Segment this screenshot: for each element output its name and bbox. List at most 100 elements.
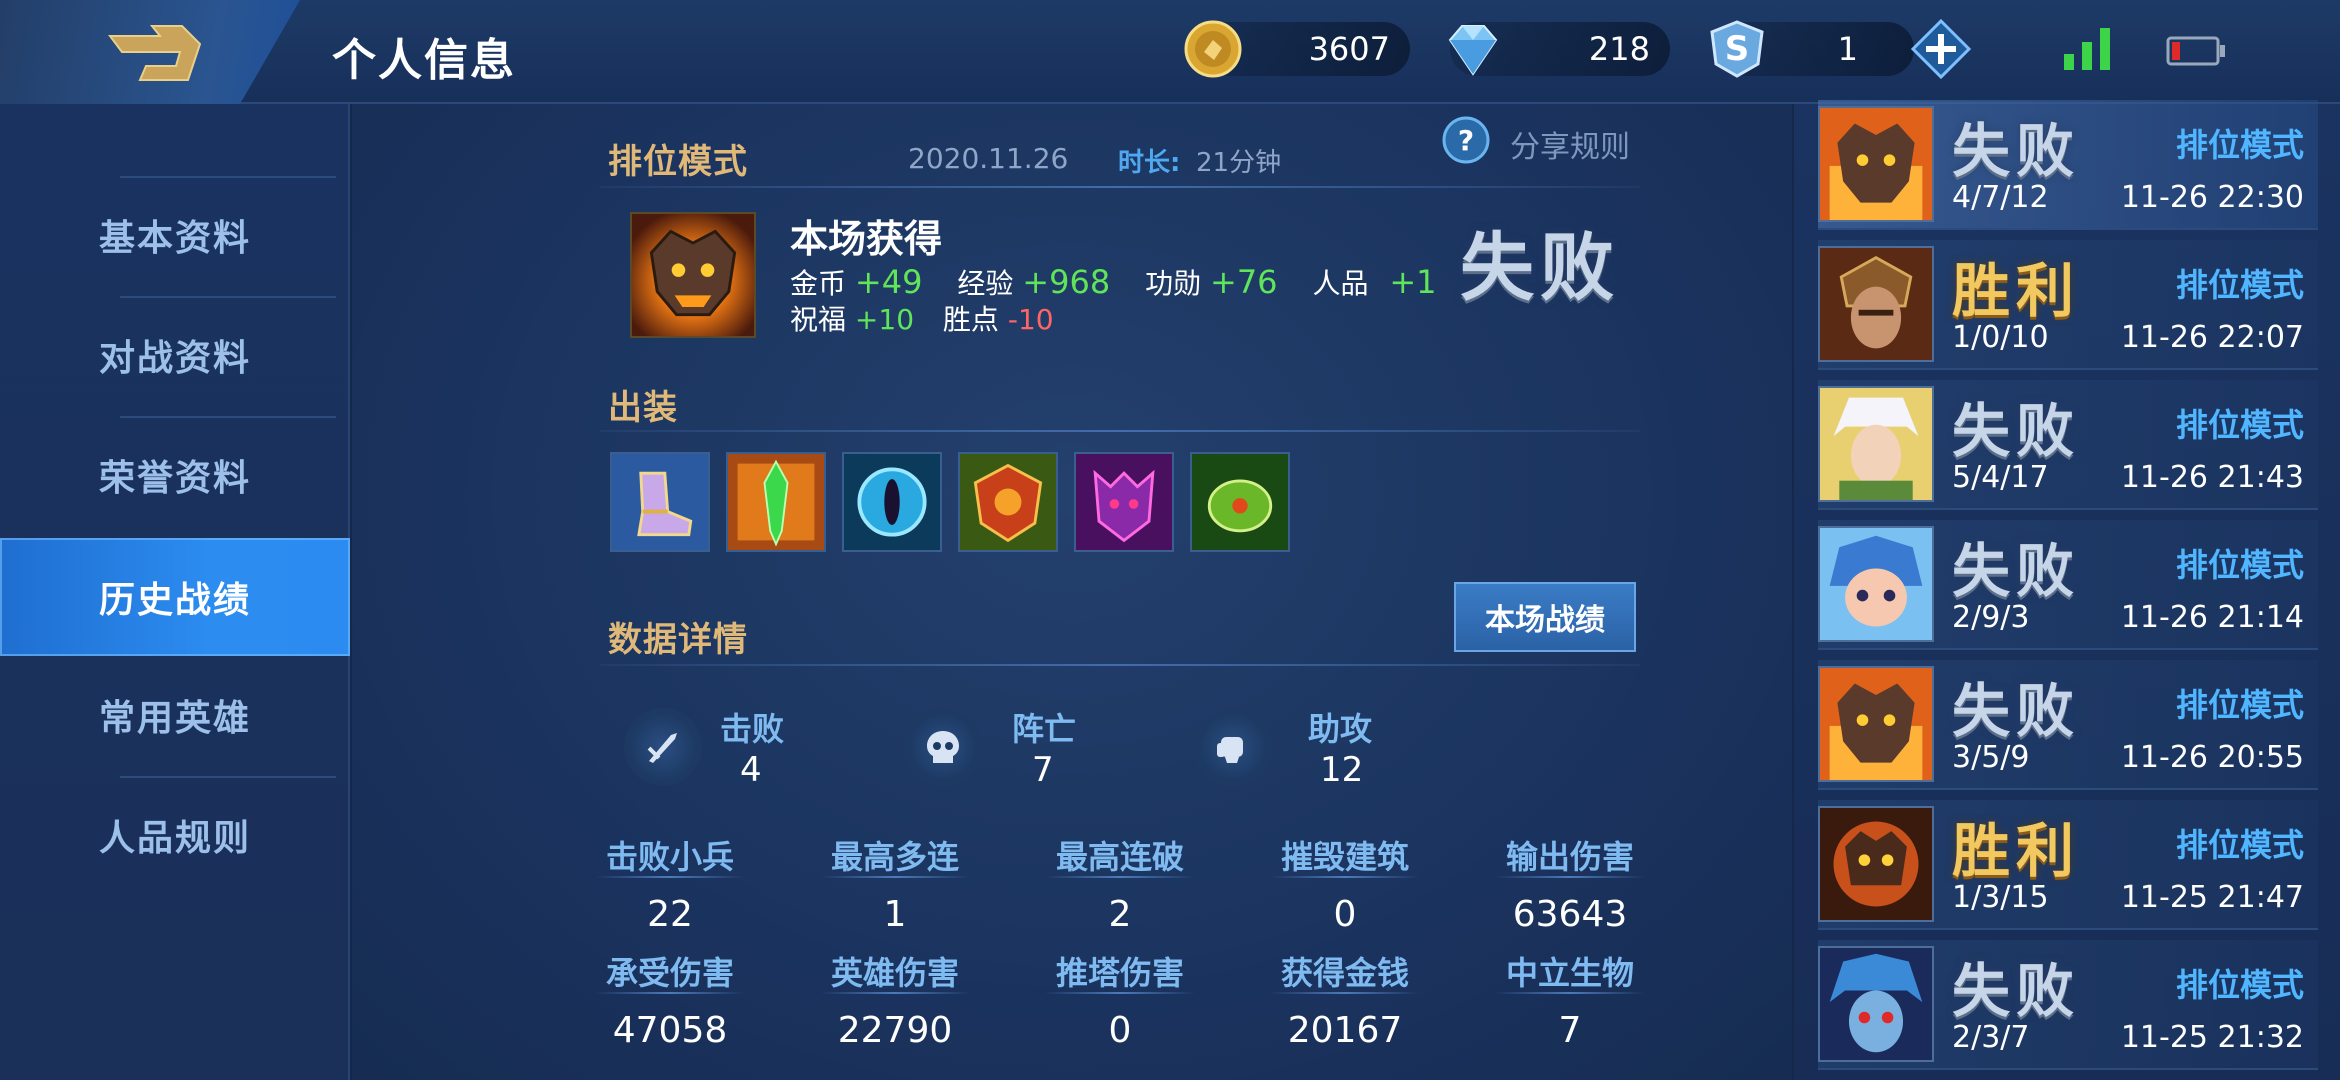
match-result: 失败: [1460, 225, 1620, 311]
history-row[interactable]: 胜利 排位模式 1/3/15 11-25 21:47: [1818, 800, 2318, 930]
sidebar-item-match-history[interactable]: 历史战绩: [0, 538, 350, 656]
history-kda: 2/9/3: [1952, 600, 2030, 635]
history-kda: 4/7/12: [1952, 180, 2049, 215]
winpoint-reward-label: 胜点: [942, 303, 999, 336]
history-kda: 2/3/7: [1952, 1020, 2030, 1055]
sidebar-item-battle-info[interactable]: 对战资料: [0, 296, 350, 414]
history-time: 11-26 21:43: [2120, 460, 2304, 495]
history-row[interactable]: 失败 排位模式 5/4/17 11-26 21:43: [1818, 380, 2318, 510]
history-kda: 1/0/10: [1952, 320, 2049, 355]
kills-badge: [624, 708, 702, 786]
history-result: 失败: [1952, 677, 2081, 745]
assists-value: 12: [1320, 750, 1364, 790]
divider: [1270, 992, 1420, 994]
question-icon[interactable]: ?: [1442, 116, 1490, 164]
character-reward-value: +1: [1389, 263, 1437, 301]
history-result: 胜利: [1952, 257, 2081, 325]
item-fire-shield[interactable]: [958, 452, 1058, 552]
sidebar-item-character-rules[interactable]: 人品规则: [0, 776, 350, 894]
item-boots[interactable]: [610, 452, 710, 552]
hero-thumbnail: [1818, 946, 1934, 1062]
history-time: 11-26 22:30: [2120, 180, 2304, 215]
item-eye-orb[interactable]: [842, 452, 942, 552]
gold-coin-icon: [1184, 20, 1242, 78]
stat-label: 最高连破: [1055, 838, 1184, 876]
history-row[interactable]: 失败 排位模式 2/9/3 11-26 21:14: [1818, 520, 2318, 650]
divider: [595, 876, 745, 878]
history-time: 11-26 22:07: [2120, 320, 2304, 355]
blessing-reward-label: 祝福: [790, 303, 847, 336]
hero-thumbnail: [1818, 666, 1934, 782]
history-kda: 1/3/15: [1952, 880, 2049, 915]
kills-label: 击败: [720, 710, 785, 748]
match-date: 2020.11.26: [908, 142, 1069, 175]
page-title: 个人信息: [332, 35, 516, 86]
divider: [600, 430, 1640, 432]
svg-text:?: ?: [1458, 124, 1474, 157]
details-title: 数据详情: [608, 620, 748, 660]
stat-value: 47058: [612, 1010, 728, 1051]
deaths-label: 阵亡: [1012, 710, 1077, 748]
history-row[interactable]: 胜利 排位模式 1/0/10 11-26 22:07: [1818, 240, 2318, 370]
rewards-line-2: 祝福 +10 胜点 -10: [790, 298, 1054, 338]
signal-icon: [2064, 28, 2110, 70]
hero-thumbnail: [1818, 526, 1934, 642]
blessing-reward-value: +10: [854, 303, 915, 336]
divider: [595, 992, 745, 994]
sidebar-item-honor-info[interactable]: 荣誉资料: [0, 416, 350, 534]
gold-reward-value: +49: [854, 263, 923, 301]
divider: [1045, 992, 1195, 994]
history-row[interactable]: 失败 排位模式 2/3/7 11-25 21:32: [1818, 940, 2318, 1070]
history-row[interactable]: 失败 排位模式 4/7/12 11-26 22:30: [1818, 100, 2318, 230]
fist-icon: [1217, 737, 1243, 763]
history-time: 11-25 21:32: [2120, 1020, 2304, 1055]
stat-label: 承受伤害: [605, 954, 734, 992]
match-stats-button[interactable]: 本场战绩: [1454, 582, 1636, 652]
diamond-counter: 218: [1448, 22, 1670, 76]
sidebar: 基本资料 对战资料 荣誉资料 历史战绩 常用英雄 人品规则: [0, 104, 350, 1080]
stat-value: 20167: [1287, 1010, 1403, 1051]
merit-reward-label: 功勋: [1145, 267, 1202, 300]
exp-reward-value: +968: [1022, 263, 1111, 301]
assists-badge: [1194, 708, 1272, 786]
hero-thumbnail: [1818, 806, 1934, 922]
history-mode: 排位模式: [2175, 266, 2304, 304]
history-time: 11-26 21:14: [2120, 600, 2304, 635]
stat-label: 英雄伤害: [830, 954, 959, 992]
rewards-title: 本场获得: [790, 217, 943, 261]
diamond-value: 218: [1588, 30, 1650, 68]
back-arrow-icon: [108, 25, 202, 81]
sidebar-item-basic-info[interactable]: 基本资料: [0, 176, 350, 294]
stat-value: 22: [647, 894, 693, 935]
duration-value: 21分钟: [1196, 148, 1282, 178]
history-result: 失败: [1952, 537, 2081, 605]
sword-icon: [647, 733, 677, 763]
item-green-blade[interactable]: [726, 452, 826, 552]
stat-value: 7: [1558, 1010, 1582, 1051]
divider: [1495, 876, 1645, 878]
plus-icon[interactable]: [1910, 18, 1972, 80]
stat-value: 22790: [837, 1010, 953, 1051]
battery-icon: [2166, 36, 2225, 66]
history-mode: 排位模式: [2175, 546, 2304, 584]
divider: [820, 992, 970, 994]
hero-thumbnail: [1818, 386, 1934, 502]
item-demon-mask[interactable]: [1074, 452, 1174, 552]
voucher-value: 1: [1837, 30, 1858, 68]
share-rule-link[interactable]: 分享规则: [1510, 122, 1630, 166]
history-mode: 排位模式: [2175, 406, 2304, 444]
history-result: 失败: [1952, 117, 2081, 185]
rewards-line-1: 金币 +49 经验 +968 功勋 +76 人品 +1: [790, 262, 1437, 302]
history-row[interactable]: 失败 排位模式 3/5/9 11-26 20:55: [1818, 660, 2318, 790]
sidebar-item-common-heroes[interactable]: 常用英雄: [0, 656, 350, 774]
history-result: 失败: [1952, 957, 2081, 1025]
history-kda: 5/4/17: [1952, 460, 2049, 495]
deaths-value: 7: [1032, 750, 1054, 790]
voucher-counter: S 1: [1710, 20, 1914, 78]
stat-value: 2: [1108, 894, 1132, 935]
divider: [1495, 992, 1645, 994]
back-button[interactable]: [0, 0, 300, 104]
winpoint-reward-value: -10: [1007, 303, 1054, 336]
item-green-amulet[interactable]: [1190, 452, 1290, 552]
stat-label: 摧毁建筑: [1280, 838, 1409, 876]
